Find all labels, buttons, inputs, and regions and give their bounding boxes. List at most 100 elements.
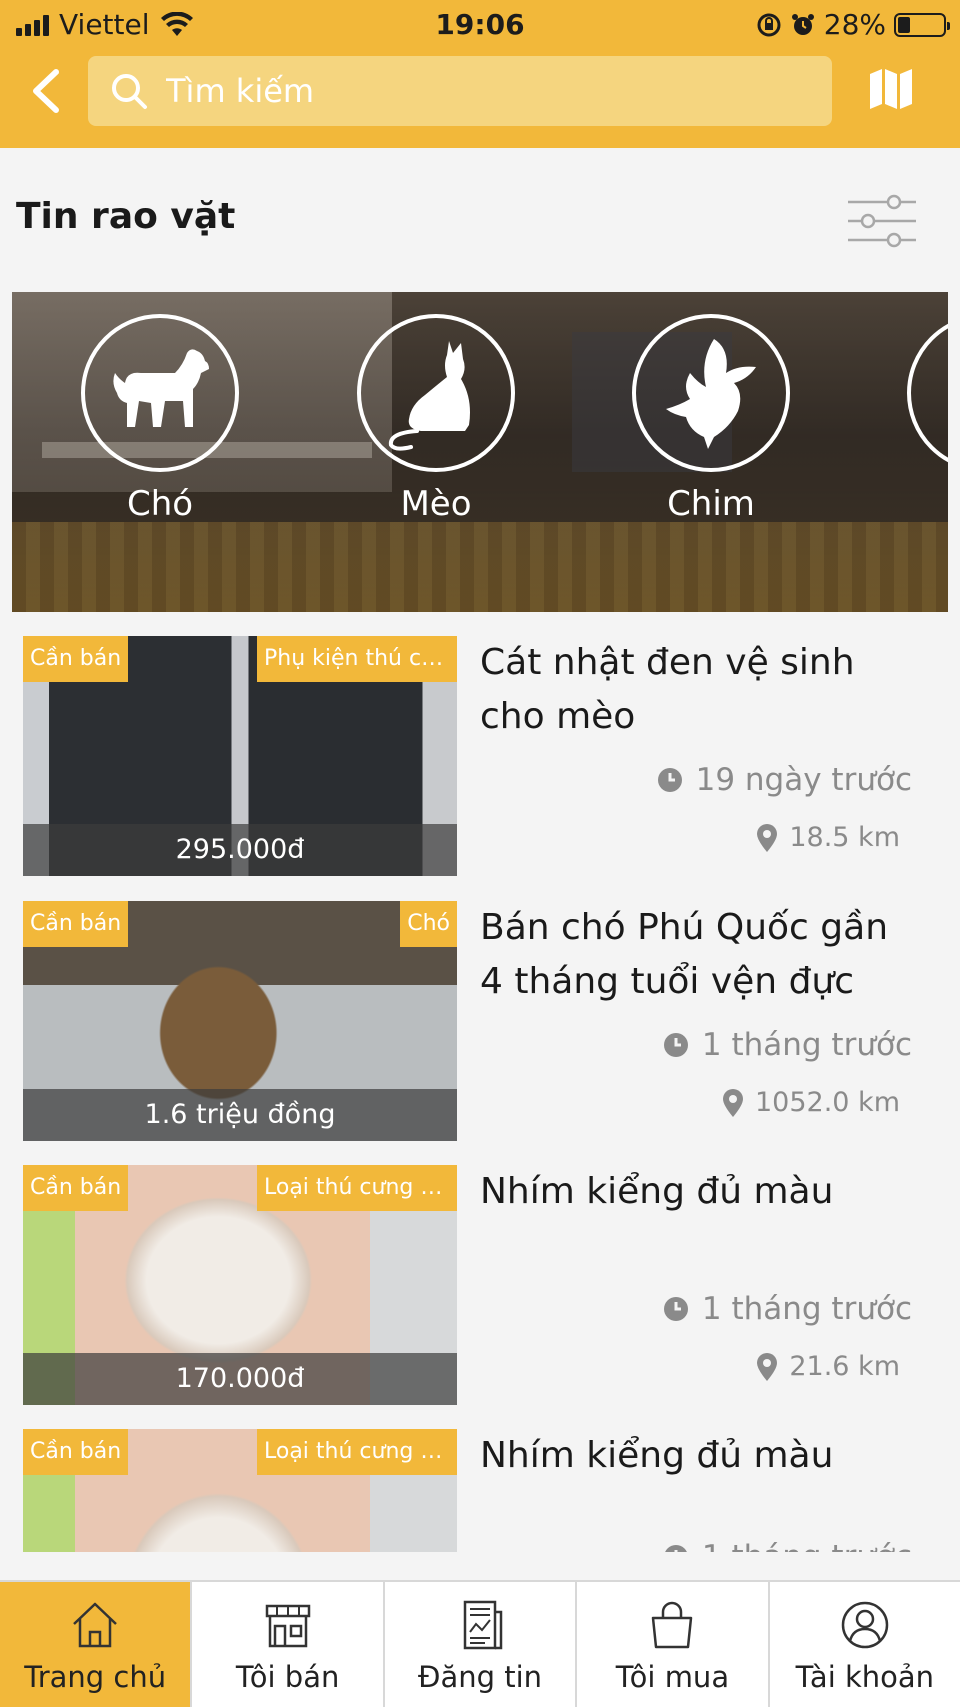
category-circle [81,314,239,472]
tab-home[interactable]: Trang chủ [0,1582,193,1707]
listing-title: Cát nhật đen vệ sinh cho mèo [480,642,855,737]
listing-price: 1.6 triệu đồng [23,1089,457,1141]
tab-label: Tài khoản [795,1660,935,1694]
map-icon [870,69,912,109]
listing-info: Bán chó Phú Quốc gần 4 tháng tuổi vện đự… [480,901,920,1141]
tab-label: Đăng tin [417,1660,543,1694]
listing-item[interactable]: Cần bán Loại thú cưng k... 170.000đ Nhím… [0,1165,960,1407]
category-circle [357,314,515,472]
clock-icon [663,1033,688,1057]
tab-post[interactable]: Đăng tin [385,1582,578,1707]
category-dog[interactable]: Chó [80,314,240,524]
category-next-partial[interactable] [906,314,948,472]
listing-info: Cát nhật đen vệ sinh cho mèo 19 ngày trư… [480,636,920,876]
account-icon [841,1601,889,1649]
home-icon [73,1602,118,1648]
shopping-bag-icon [652,1601,693,1649]
listing-feed[interactable]: Cần bán Phụ kiện thú cư... 295.000đ Cát … [0,636,960,1552]
rotation-lock-icon [757,13,781,36]
category-circle [632,314,790,472]
category-label: Mèo [400,484,472,524]
dog-icon [113,349,209,427]
map-button[interactable] [868,66,918,116]
listing-time: 19 ngày trước [656,762,912,798]
listing-info: Nhím kiểng đủ màu 1 tháng trước 21.6 km [480,1165,920,1405]
back-button[interactable] [20,66,70,116]
listing-type-tag: Cần bán [23,901,128,947]
status-bar: Viettel 19:06 28% [0,0,960,50]
listing-title: Bán chó Phú Quốc gần 4 tháng tuổi vện đự… [480,907,889,1002]
listing-info: Nhím kiểng đủ màu 1 tháng trước [480,1429,920,1552]
battery-icon [894,12,950,37]
chevron-left-icon [33,69,59,113]
bird-icon [666,339,756,449]
listing-distance: 1052.0 km [723,1087,900,1118]
location-pin-icon [757,823,778,852]
listing-thumbnail: Cần bán Loại thú cưng k... 170.000đ [23,1165,457,1405]
wifi-icon [160,11,193,36]
listing-time: 1 tháng trước [662,1027,912,1063]
category-banner: Chó Mèo Chim [12,292,948,612]
tab-account[interactable]: Tài khoản [770,1582,960,1707]
listing-type-tag: Cần bán [23,1165,128,1211]
search-icon [112,74,147,109]
listing-time-text: 1 tháng trước [701,1027,912,1063]
listing-price: 295.000đ [23,824,457,876]
listing-time-text: 19 ngày trước [695,762,912,798]
tab-sell[interactable]: Tôi bán [192,1582,385,1707]
listing-category-tag: Chó [400,901,457,947]
filter-sliders-icon [848,194,916,248]
listing-time: 1 tháng trước [662,1539,912,1552]
listing-time: 1 tháng trước [662,1291,912,1327]
tab-buy[interactable]: Tôi mua [577,1582,770,1707]
listing-thumbnail: Cần bán Phụ kiện thú cư... 295.000đ [23,636,457,876]
search-input[interactable] [166,72,786,110]
nav-row [0,56,960,128]
cat-icon [388,341,470,451]
clock-icon [657,768,682,792]
listing-category-tag: Loại thú cưng k... [257,1165,457,1211]
category-bird[interactable]: Chim [631,314,791,524]
category-circle [907,314,948,472]
listing-category-tag: Phụ kiện thú cư... [257,636,457,682]
cellular-signal-icon [16,14,49,36]
listing-category-tag: Loại thú cưng k... [257,1429,457,1475]
bottom-tab-bar: Trang chủ Tôi bán Đăng tin Tôi mua Tài k… [0,1580,960,1707]
category-cat[interactable]: Mèo [356,314,516,524]
status-left: Viettel [16,8,194,41]
listing-price: 170.000đ [23,1353,457,1405]
post-news-icon [463,1600,503,1650]
tab-label: Tôi bán [235,1660,340,1694]
listing-thumbnail: Cần bán Chó 1.6 triệu đồng [23,901,457,1141]
store-icon [265,1604,310,1648]
listing-time-text: 1 tháng trước [701,1291,912,1327]
listing-type-tag: Cần bán [23,636,128,682]
category-label: Chim [667,484,755,524]
listing-type-tag: Cần bán [23,1429,128,1475]
status-right: 28% [756,8,950,41]
banner-floor [12,522,948,612]
listing-distance-text: 1052.0 km [755,1087,900,1118]
alarm-icon [791,13,814,35]
location-pin-icon [723,1088,743,1117]
listing-distance-text: 21.6 km [789,1351,900,1382]
listing-distance: 18.5 km [757,822,900,853]
tab-label: Trang chủ [24,1660,167,1694]
category-label: Chó [126,484,194,524]
tab-label: Tôi mua [615,1660,730,1694]
listing-item[interactable]: Cần bán Chó 1.6 triệu đồng Bán chó Phú Q… [0,901,960,1143]
listing-thumbnail: Cần bán Loại thú cưng k... [23,1429,457,1552]
location-pin-icon [757,1352,778,1381]
page-title: Tin rao vặt [16,196,236,237]
listing-item[interactable]: Cần bán Phụ kiện thú cư... 295.000đ Cát … [0,636,960,878]
listing-distance: 21.6 km [757,1351,900,1382]
search-bar[interactable] [88,56,832,126]
filter-button[interactable] [846,194,918,248]
battery-percent: 28% [823,8,886,41]
listing-title: Nhím kiểng đủ màu [480,1435,834,1476]
listing-distance-text: 18.5 km [789,822,900,853]
battery-level [898,16,911,33]
clock-icon [663,1297,688,1321]
listing-item[interactable]: Cần bán Loại thú cưng k... Nhím kiểng đủ… [0,1429,960,1552]
listing-title: Nhím kiểng đủ màu [480,1171,834,1212]
